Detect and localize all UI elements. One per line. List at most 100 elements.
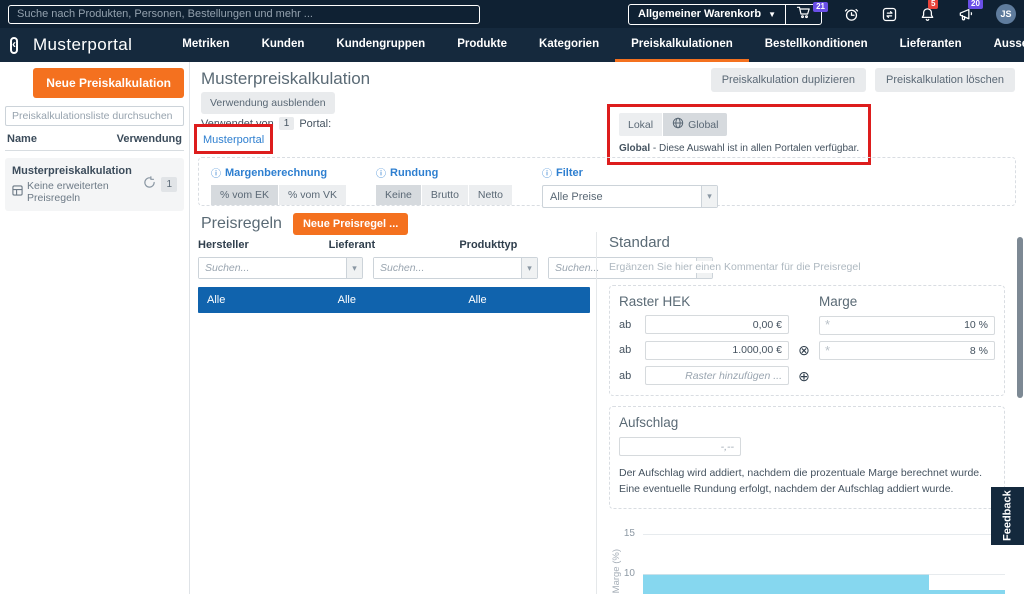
ab-label: ab: [619, 319, 639, 331]
column-lieferant: Lieferant: [329, 239, 460, 251]
tab-metriken[interactable]: Metriken: [166, 28, 245, 62]
marge-input-1[interactable]: [819, 316, 995, 335]
notifications-button[interactable]: 5: [919, 6, 936, 23]
tab-bestellkonditionen[interactable]: Bestellkonditionen: [749, 28, 884, 62]
announcements-count-badge: 20: [968, 0, 983, 9]
standard-title: Standard: [609, 234, 1005, 251]
rule-comment-input[interactable]: [609, 261, 1005, 273]
list-item-subtitle: Keine erweiterten Preisregeln: [27, 180, 143, 204]
aufschlag-box: Aufschlag Der Aufschlag wird addiert, na…: [609, 406, 1005, 509]
hersteller-search-input[interactable]: [199, 258, 346, 278]
portal-link[interactable]: Musterportal: [203, 134, 264, 146]
rounding-group: ⓘ Rundung Keine Brutto Netto: [376, 165, 512, 198]
raster-add-input[interactable]: [645, 366, 789, 385]
ab-label: ab: [619, 344, 639, 356]
column-produkttyp: Produkttyp: [459, 239, 590, 251]
raster-add-row: ab ⊕: [619, 366, 995, 385]
tab-aussehen[interactable]: Aussehen: [978, 28, 1024, 62]
new-price-rule-button[interactable]: Neue Preisregel ...: [293, 213, 408, 235]
chart-gridline: [643, 574, 1005, 575]
delete-calculation-button[interactable]: Preiskalkulation löschen: [875, 68, 1015, 92]
column-usage: Verwendung: [117, 133, 182, 145]
raster-from-input-2[interactable]: [645, 341, 789, 360]
page-title: Musterpreiskalkulation: [201, 69, 370, 89]
standard-rule-panel: Standard Raster HEK Marge ab *: [609, 234, 1005, 594]
portal-title: Musterportal: [33, 35, 132, 55]
back-icon[interactable]: ‹: [10, 37, 18, 54]
margin-calc-label: ⓘ Margenberechnung: [211, 165, 346, 180]
aufschlag-note: Der Aufschlag wird addiert, nachdem die …: [619, 465, 995, 498]
filter-selected-value: Alle Preise: [543, 186, 701, 207]
alarm-clock-icon: [843, 6, 860, 23]
tab-produkte[interactable]: Produkte: [441, 28, 523, 62]
notifications-count-badge: 5: [928, 0, 938, 9]
topbar: Allgemeiner Warenkorb ▼ 21: [0, 0, 1024, 28]
scrollbar-thumb[interactable]: [1017, 237, 1023, 398]
vertical-divider: [596, 232, 597, 594]
tab-kundengruppen[interactable]: Kundengruppen: [320, 28, 441, 62]
cart-select-button[interactable]: Allgemeiner Warenkorb ▼: [629, 5, 786, 24]
chart-y-tick: 15: [609, 528, 635, 539]
scope-local-button[interactable]: Lokal: [619, 113, 662, 136]
raster-from-input-1[interactable]: [645, 315, 789, 334]
scope-note: Global - Diese Auswahl ist in allen Port…: [619, 143, 859, 154]
marge-header: Marge: [819, 294, 995, 309]
tab-kunden[interactable]: Kunden: [246, 28, 321, 62]
rounding-net-button[interactable]: Netto: [469, 185, 512, 205]
transfer-icon: [881, 6, 898, 23]
scope-global-label: Global: [688, 119, 718, 131]
chevron-down-icon: ▾: [521, 258, 537, 278]
add-row-icon[interactable]: ⊕: [795, 369, 813, 383]
global-search-input[interactable]: [8, 5, 480, 24]
filter-label: ⓘ Filter: [542, 165, 718, 180]
tab-preiskalkulationen[interactable]: Preiskalkulationen: [615, 28, 749, 62]
rounding-label: ⓘ Rundung: [376, 165, 512, 180]
cart-button[interactable]: 21: [786, 5, 821, 24]
chevron-down-icon: ▾: [701, 186, 717, 207]
column-hersteller: Hersteller: [198, 239, 329, 251]
lieferant-search-select[interactable]: ▾: [373, 257, 538, 279]
chart-area-segment: [643, 574, 929, 594]
rounding-gross-button[interactable]: Brutto: [422, 185, 468, 205]
filter-group: ⓘ Filter Alle Preise ▾: [542, 165, 718, 198]
feedback-tab[interactable]: Feedback: [991, 487, 1024, 545]
pricecalc-list-search-input[interactable]: [5, 106, 184, 126]
tab-kategorien[interactable]: Kategorien: [523, 28, 615, 62]
new-price-calculation-button[interactable]: Neue Preiskalkulation: [33, 68, 184, 98]
alarm-button[interactable]: [843, 6, 860, 23]
hide-usage-button[interactable]: Verwendung ausblenden: [201, 92, 335, 114]
margin-calc-group: ⓘ Margenberechnung % vom EK % vom VK: [211, 165, 346, 198]
aufschlag-input[interactable]: [619, 437, 741, 456]
marge-input-2[interactable]: [819, 341, 995, 360]
info-icon: ⓘ: [542, 165, 552, 180]
lieferant-search-input[interactable]: [374, 258, 521, 278]
selected-rule-row[interactable]: Alle Alle Alle: [198, 287, 590, 313]
rounding-none-button[interactable]: Keine: [376, 185, 421, 205]
remove-row-icon[interactable]: ⊗: [795, 343, 813, 357]
raster-row-2: ab ⊗ *: [619, 341, 995, 361]
announcements-button[interactable]: 20: [957, 6, 975, 23]
margin-vk-button[interactable]: % vom VK: [279, 185, 346, 205]
globe-sync-icon: [143, 176, 156, 194]
raster-header: Raster HEK: [619, 294, 789, 309]
transfer-button[interactable]: [881, 6, 898, 23]
asterisk-icon: *: [825, 343, 830, 358]
aufschlag-title: Aufschlag: [619, 415, 995, 430]
filter-select[interactable]: Alle Preise ▾: [542, 185, 718, 208]
margin-ek-button[interactable]: % vom EK: [211, 185, 278, 205]
info-icon: ⓘ: [376, 165, 386, 180]
raster-box: Raster HEK Marge ab * ab ⊗: [609, 285, 1005, 396]
usage-count-badge: 1: [161, 177, 177, 192]
avatar[interactable]: JS: [996, 4, 1016, 24]
raster-row-1: ab *: [619, 315, 995, 335]
list-item-musterpreiskalkulation[interactable]: Musterpreiskalkulation Keine erweiterten…: [5, 158, 184, 211]
chart-area-segment: [929, 590, 1005, 594]
scope-global-button[interactable]: Global: [663, 113, 727, 136]
portal-link-highlight-box: Musterportal: [194, 124, 273, 154]
scope-highlight-box: Lokal Global Global - Diese Auswahl ist …: [607, 104, 871, 165]
globe-icon: [672, 117, 684, 132]
hersteller-search-select[interactable]: ▾: [198, 257, 363, 279]
tab-lieferanten[interactable]: Lieferanten: [884, 28, 978, 62]
cart-count-badge: 21: [813, 2, 828, 12]
duplicate-calculation-button[interactable]: Preiskalkulation duplizieren: [711, 68, 866, 92]
